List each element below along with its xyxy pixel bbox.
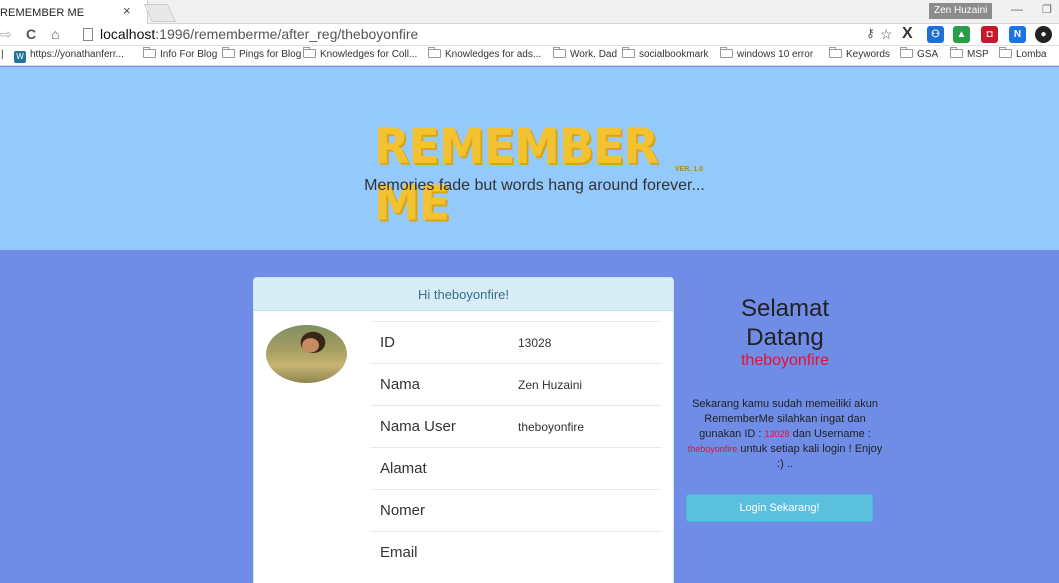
table-row: Nama Zen Huzaini — [371, 363, 661, 405]
bookmark-item[interactable]: windows 10 error — [720, 47, 813, 60]
profile-card: Hi theboyonfire! ID 13028 Nama Zen Huzai… — [253, 277, 674, 583]
people-extension-icon[interactable]: ⚇ — [927, 26, 944, 43]
table-row: Nama User theboyonfire — [371, 405, 661, 447]
row-label: ID — [380, 334, 395, 351]
folder-icon — [222, 47, 235, 58]
welcome-username: theboyonfire — [740, 352, 830, 369]
bookmark-item[interactable]: Knowledges for Coll... — [303, 47, 417, 60]
bookmark-item[interactable]: socialbookmark — [622, 47, 708, 60]
avatar — [266, 325, 347, 383]
bookmark-item[interactable]: Lomba — [999, 47, 1047, 60]
url-host: localhost — [100, 26, 156, 42]
profile-info-table: ID 13028 Nama Zen Huzaini Nama User theb… — [371, 321, 661, 573]
circle-extension-icon[interactable]: ● — [1035, 26, 1052, 43]
tab-title: REMEMBER ME — [0, 7, 85, 19]
folder-icon — [829, 47, 842, 58]
bookmark-item[interactable]: Work. Dad — [553, 47, 617, 60]
page-icon — [83, 28, 93, 41]
drive-extension-icon[interactable]: ▲ — [953, 26, 970, 43]
shield-extension-icon[interactable]: ◘ — [981, 26, 998, 43]
bookmark-separator: | — [1, 49, 4, 60]
row-value: 13028 — [518, 336, 552, 350]
folder-icon — [720, 47, 733, 58]
profile-card-header: Hi theboyonfire! — [254, 278, 673, 311]
table-row: Nomer — [371, 489, 661, 531]
reload-icon[interactable]: C — [26, 26, 36, 42]
row-value: Zen Huzaini — [518, 378, 583, 392]
logo-version: VER. 1.0 — [675, 166, 704, 173]
bookmark-item[interactable]: Keywords — [829, 47, 890, 60]
row-label: Nama User — [380, 418, 456, 435]
folder-icon — [143, 47, 156, 58]
bookmark-item[interactable]: GSA — [900, 47, 938, 60]
url-path: :1996/rememberme/after_reg/theboyonfire — [155, 26, 419, 42]
browser-tab[interactable]: REMEMBER ME × — [0, 0, 148, 24]
row-label: Nomer — [380, 502, 426, 519]
close-tab-icon[interactable]: × — [123, 3, 131, 18]
row-value: theboyonfire — [518, 420, 585, 434]
forward-icon[interactable]: ⇨ — [0, 26, 12, 43]
bookmark-item[interactable]: Info For Blog — [143, 47, 217, 60]
restore-icon[interactable]: ❐ — [1042, 3, 1052, 16]
login-button[interactable]: Login Sekarang! — [686, 494, 873, 522]
tab-strip: REMEMBER ME × Zen Huzaini — ❐ — [0, 0, 1059, 24]
welcome-message: Sekarang kamu sudah memeiliki akun Remem… — [687, 398, 883, 470]
row-label: Email — [380, 544, 418, 561]
welcome-title-line2: Datang — [746, 324, 824, 351]
key-icon[interactable]: ⚷ — [866, 26, 875, 40]
bookmark-item[interactable]: MSP — [950, 47, 989, 60]
welcome-title-line1: Selamat — [740, 295, 830, 322]
profile-badge[interactable]: Zen Huzaini — [929, 3, 993, 19]
table-row: Alamat — [371, 447, 661, 489]
folder-icon — [900, 47, 913, 58]
highlight-id: 13028 — [764, 429, 790, 439]
table-row: Email — [371, 531, 661, 573]
folder-icon — [553, 47, 566, 58]
folder-icon — [303, 47, 316, 58]
bookmark-item[interactable]: Knowledges for ads... — [428, 47, 541, 60]
minimize-icon[interactable]: — — [1011, 2, 1023, 16]
browser-toolbar: ⇨ C ⌂ localhost:1996/rememberme/after_re… — [0, 24, 1059, 46]
folder-icon — [622, 47, 635, 58]
folder-icon — [428, 47, 441, 58]
folder-icon — [999, 47, 1012, 58]
table-row: ID 13028 — [371, 321, 661, 363]
new-tab-button[interactable] — [143, 4, 177, 22]
wordpress-icon: W — [14, 51, 26, 63]
new-extension-icon[interactable]: N — [1009, 26, 1026, 43]
highlight-username: theboyonfire — [687, 444, 738, 454]
bookmark-item[interactable]: Whttps://yonathanferr... — [14, 49, 124, 63]
bookmark-item[interactable]: Pings for Blog — [222, 47, 301, 60]
address-bar[interactable]: localhost:1996/rememberme/after_reg/theb… — [80, 25, 860, 45]
app-logo: REMEMBER ME — [374, 117, 659, 231]
x-extension-icon[interactable]: X — [902, 25, 913, 43]
hero-banner: REMEMBER ME VER. 1.0 Memories fade but w… — [0, 67, 1059, 250]
folder-icon — [950, 47, 963, 58]
home-icon[interactable]: ⌂ — [51, 26, 59, 42]
row-label: Alamat — [380, 460, 427, 477]
tagline: Memories fade but words hang around fore… — [364, 177, 705, 194]
bookmarks-bar: | Whttps://yonathanferr... Info For Blog… — [0, 46, 1059, 66]
welcome-panel: Selamat Datang theboyonfire Sekarang kam… — [682, 294, 888, 522]
row-label: Nama — [380, 376, 421, 393]
bookmark-star-icon[interactable]: ☆ — [880, 26, 893, 43]
